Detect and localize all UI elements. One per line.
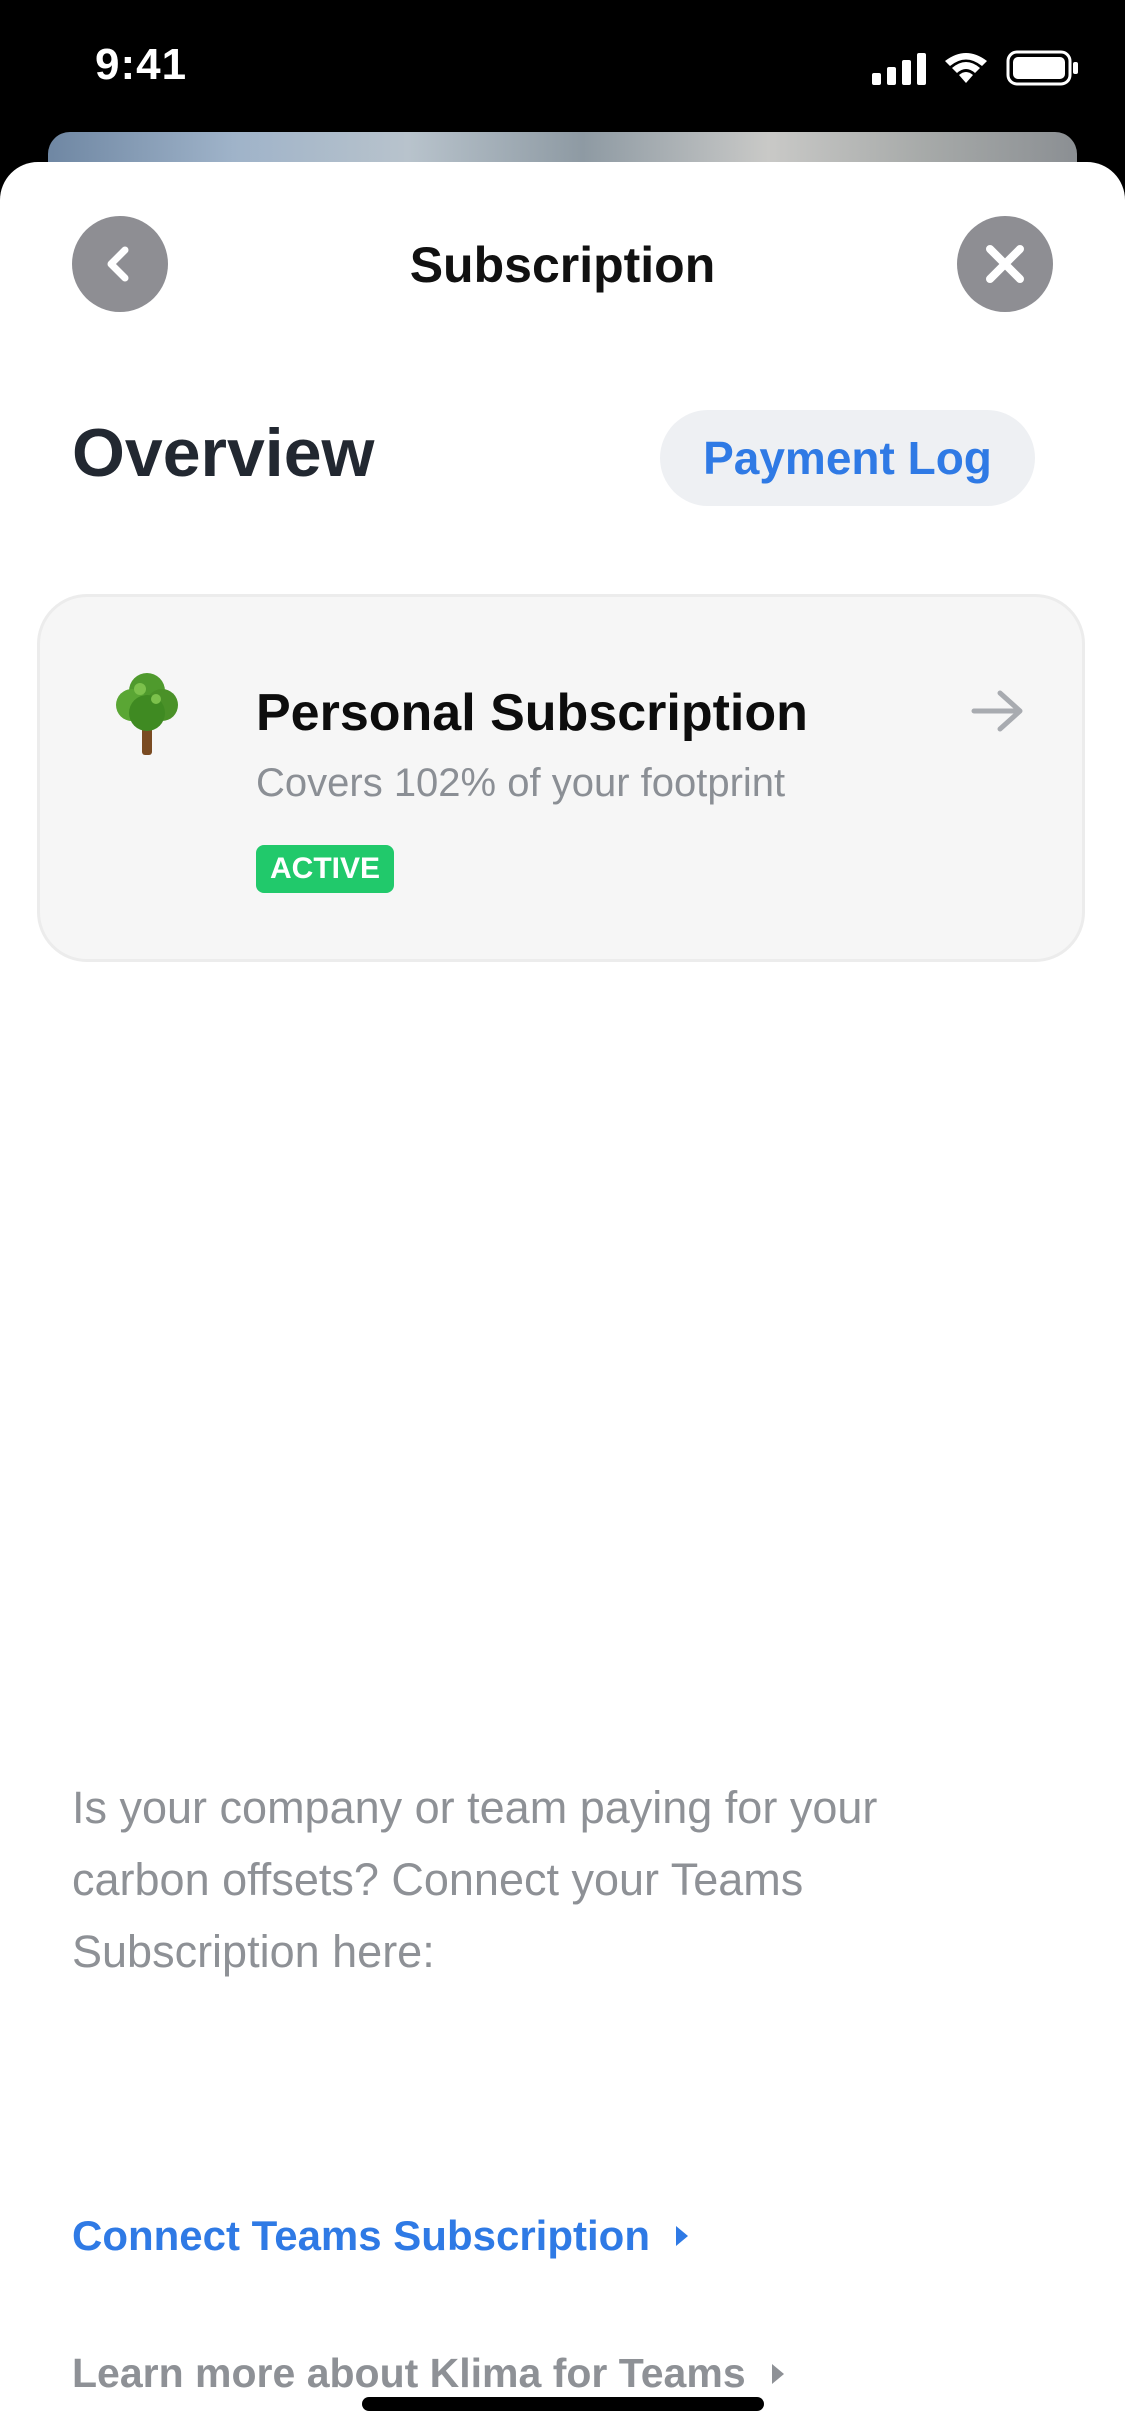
status-time: 9:41 (95, 40, 188, 89)
status-icons (872, 50, 1080, 86)
battery-icon (1006, 50, 1078, 86)
close-icon (986, 245, 1024, 283)
tree-icon (116, 673, 178, 755)
home-indicator[interactable] (362, 2397, 764, 2411)
connect-teams-label: Connect Teams Subscription (72, 2212, 650, 2259)
personal-subscription-card[interactable]: Personal Subscription Covers 102% of you… (37, 594, 1085, 962)
wifi-icon (945, 53, 987, 83)
status-badge: ACTIVE (256, 845, 395, 893)
arrow-right-icon (971, 690, 1023, 732)
status-bar: 9:41 (0, 0, 1125, 140)
teams-description: Is your company or team paying for your … (72, 1782, 878, 1977)
card-title: Personal Subscription (256, 684, 808, 742)
subscription-sheet: Subscription Overview Payment Log Person… (0, 162, 1125, 2436)
overview-heading: Overview (72, 415, 375, 491)
card-subtitle: Covers 102% of your footprint (256, 761, 786, 805)
cellular-signal-icon (872, 51, 926, 85)
learn-more-label: Learn more about Klima for Teams (72, 2350, 746, 2396)
connect-teams-link[interactable]: Connect Teams Subscription (72, 2212, 690, 2260)
close-button[interactable] (957, 216, 1053, 312)
payment-log-button[interactable]: Payment Log (660, 410, 1035, 506)
learn-more-teams-link[interactable]: Learn more about Klima for Teams (72, 2350, 786, 2397)
caret-right-icon (675, 2226, 688, 2246)
caret-right-icon (771, 2363, 784, 2384)
